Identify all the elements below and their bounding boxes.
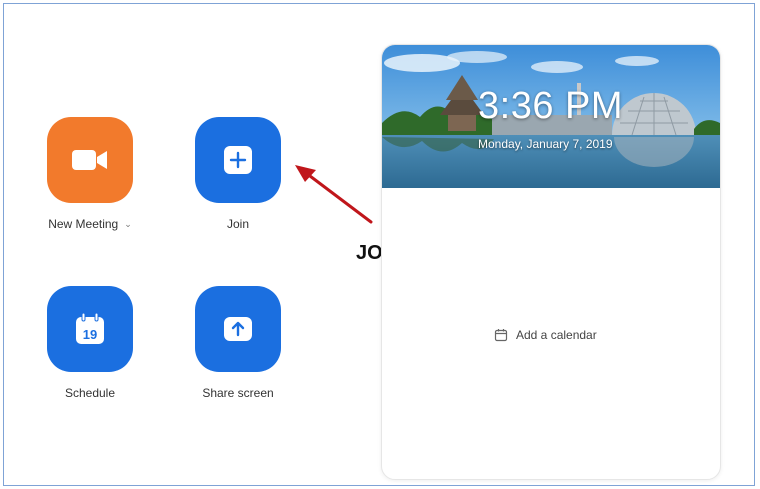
join-label: Join (226, 217, 249, 231)
share-screen-button[interactable]: Share screen (195, 286, 281, 400)
video-camera-icon (72, 150, 107, 170)
new-meeting-label: New Meeting (48, 217, 119, 231)
new-meeting-button[interactable]: New Meeting ⌄ (47, 117, 133, 231)
calendar-day-text: 19 (83, 327, 97, 342)
calendar-icon: 19 (76, 312, 104, 344)
schedule-label: Schedule (64, 386, 116, 400)
clock-banner: 3:36 PM Monday, January 7, 2019 (382, 45, 720, 188)
clock-time: 3:36 PM (478, 85, 624, 127)
add-calendar-button[interactable]: Add a calendar (494, 328, 597, 342)
chevron-down-icon[interactable]: ⌄ (124, 219, 132, 230)
schedule-tile[interactable]: 19 (47, 286, 133, 372)
upload-arrow-icon (224, 317, 252, 341)
join-button[interactable]: Join (195, 117, 281, 231)
calendar-card: 3:36 PM Monday, January 7, 2019 Add a ca… (381, 44, 721, 480)
share-screen-label: Share screen (202, 386, 274, 400)
share-screen-tile[interactable] (195, 286, 281, 372)
new-meeting-label-row: New Meeting ⌄ (48, 217, 132, 231)
add-calendar-label: Add a calendar (516, 328, 597, 342)
new-meeting-tile[interactable] (47, 117, 133, 203)
plus-icon (224, 146, 252, 174)
calendar-outline-icon (494, 329, 508, 342)
schedule-button[interactable]: 19 Schedule (47, 286, 133, 400)
join-tile[interactable] (195, 117, 281, 203)
clock-date: Monday, January 7, 2019 (478, 137, 613, 151)
